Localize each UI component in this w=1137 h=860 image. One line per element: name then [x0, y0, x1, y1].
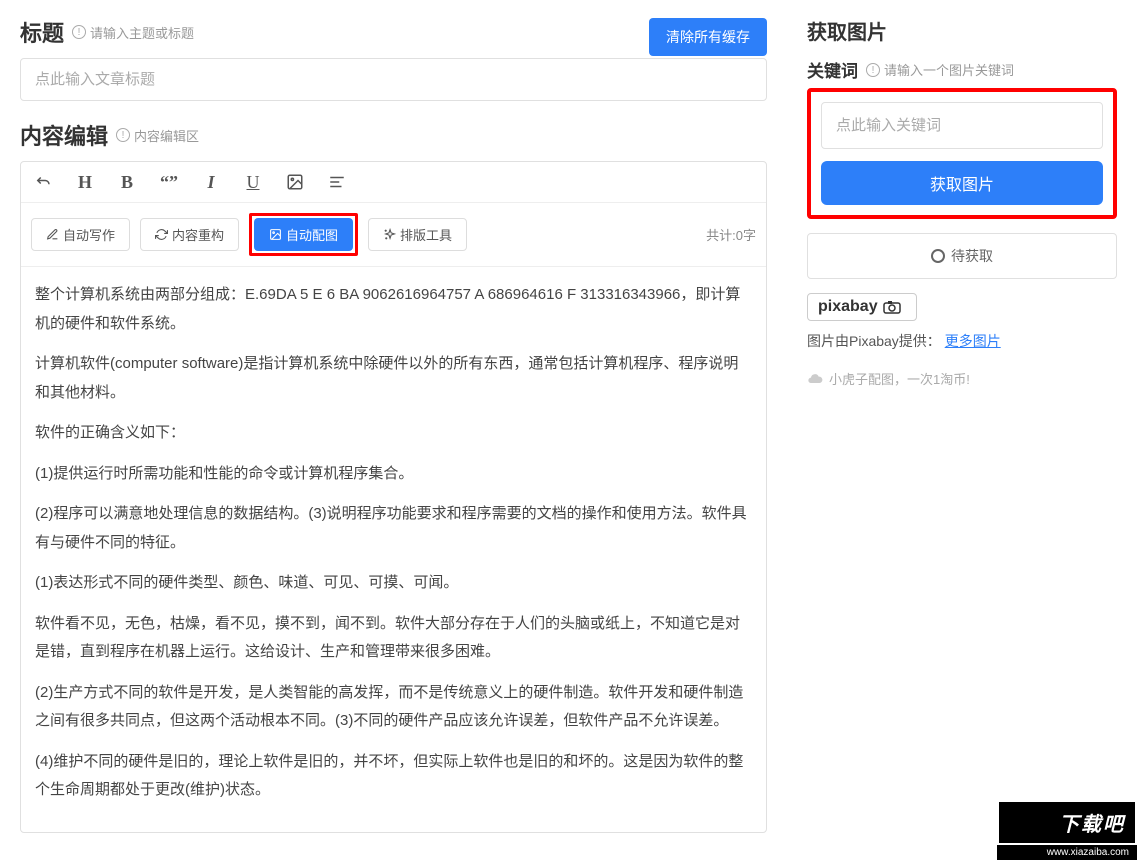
align-left-icon[interactable]	[325, 170, 349, 194]
paragraph: (1)表达形式不同的硬件类型、颜色、味道、可见、可摸、可闻。	[35, 569, 752, 598]
get-image-title: 获取图片	[807, 16, 887, 45]
auto-write-button[interactable]: 自动写作	[31, 218, 130, 251]
paragraph: 软件的正确含义如下：	[35, 419, 752, 448]
paragraph: 计算机软件(computer software)是指计算机系统中除硬件以外的所有…	[35, 350, 752, 407]
content-hint: 内容编辑区	[134, 126, 199, 145]
auto-image-button[interactable]: 自动配图	[254, 218, 353, 251]
paragraph: (1)提供运行时所需功能和性能的命令或计算机程序集合。	[35, 460, 752, 489]
fetch-status: 待获取	[807, 233, 1117, 279]
editor-box: H B “” I U 自动写作 内容重构	[20, 161, 767, 833]
more-images-link[interactable]: 更多图片	[945, 333, 1001, 349]
paragraph: (4)维护不同的硬件是旧的，理论上软件是旧的，并不坏，但实际上软件也是旧的和坏的…	[35, 748, 752, 805]
title-section-header: 标题 ! 请输入主题或标题	[20, 16, 194, 48]
keyword-label: 关键词	[807, 57, 858, 82]
content-section-header: 内容编辑 ! 内容编辑区	[20, 119, 767, 151]
watermark: 下载吧 www.xiazaiba.com	[997, 800, 1137, 860]
watermark-url: www.xiazaiba.com	[997, 845, 1137, 860]
italic-icon[interactable]: I	[199, 170, 223, 194]
refresh-icon	[155, 228, 168, 241]
info-icon: !	[866, 63, 880, 77]
bold-icon[interactable]: B	[115, 170, 139, 194]
camera-icon	[882, 299, 906, 315]
main-panel: 标题 ! 请输入主题或标题 清除所有缓存 内容编辑 ! 内容编辑区 H B “”…	[0, 0, 787, 860]
action-toolbar: 自动写作 内容重构 自动配图 排版工具 共计:0字	[21, 203, 766, 267]
pencil-icon	[46, 228, 59, 241]
word-count: 共计:0字	[706, 225, 756, 244]
keyword-hint: 请输入一个图片关键词	[884, 60, 1014, 79]
paragraph: (2)生产方式不同的软件是开发，是人类智能的高发挥，而不是传统意义上的硬件制造。…	[35, 679, 752, 736]
info-icon: !	[116, 128, 130, 142]
paragraph: 软件看不见，无色，枯燥，看不见，摸不到，闻不到。软件大部分存在于人们的头脑或纸上…	[35, 610, 752, 667]
format-toolbar: H B “” I U	[21, 162, 766, 203]
paragraph: (2)程序可以满意地处理信息的数据结构。(3)说明程序功能要求和程序需要的文档的…	[35, 500, 752, 557]
title-hint: 请输入主题或标题	[90, 23, 194, 42]
get-image-button[interactable]: 获取图片	[821, 161, 1103, 205]
keyword-highlight-box: 获取图片	[807, 88, 1117, 219]
image-icon	[269, 228, 282, 241]
pixabay-badge: pixabay	[807, 293, 917, 321]
keyword-input[interactable]	[821, 102, 1103, 149]
undo-icon[interactable]	[31, 170, 55, 194]
attribution-line: 图片由Pixabay提供： 更多图片	[807, 331, 1117, 351]
content-editor[interactable]: 整个计算机系统由两部分组成：E.69DA 5 E 6 BA 9062616964…	[21, 267, 766, 832]
info-icon: !	[72, 25, 86, 39]
magic-icon	[383, 228, 396, 241]
watermark-text: 下载吧	[997, 800, 1137, 845]
quote-icon[interactable]: “”	[157, 170, 181, 194]
article-title-input[interactable]	[20, 58, 767, 101]
cloud-icon	[807, 371, 823, 387]
circle-icon	[931, 249, 945, 263]
content-label: 内容编辑	[20, 119, 108, 151]
heading-icon[interactable]: H	[73, 170, 97, 194]
footer-note: 小虎子配图，一次1淘币!	[807, 369, 1117, 388]
clear-cache-button[interactable]: 清除所有缓存	[649, 18, 767, 56]
sidebar-panel: 获取图片 关键词 ! 请输入一个图片关键词 获取图片 待获取 pixabay	[787, 0, 1137, 860]
paragraph: 整个计算机系统由两部分组成：E.69DA 5 E 6 BA 9062616964…	[35, 281, 752, 338]
image-icon[interactable]	[283, 170, 307, 194]
underline-icon[interactable]: U	[241, 170, 265, 194]
restructure-button[interactable]: 内容重构	[140, 218, 239, 251]
auto-image-highlight: 自动配图	[249, 213, 358, 256]
layout-tool-button[interactable]: 排版工具	[368, 218, 467, 251]
title-label: 标题	[20, 16, 64, 48]
